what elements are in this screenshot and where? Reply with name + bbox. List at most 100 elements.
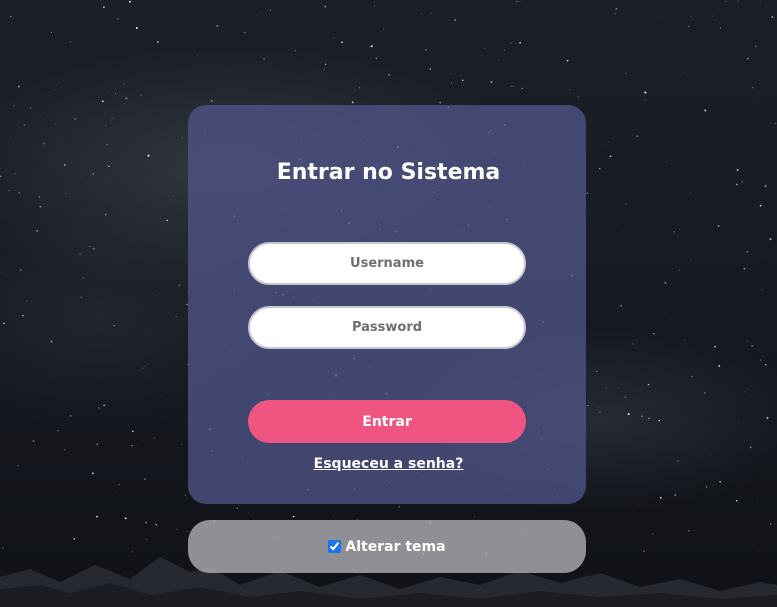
star — [627, 413, 630, 416]
star — [516, 1, 518, 3]
star — [80, 296, 83, 299]
star — [39, 206, 41, 208]
star — [484, 47, 486, 49]
star — [89, 245, 91, 248]
star — [128, 0, 131, 3]
star — [74, 117, 77, 120]
star — [105, 124, 107, 127]
star — [103, 6, 105, 8]
star — [197, 55, 198, 56]
star — [694, 318, 695, 319]
star — [3, 322, 5, 325]
star — [690, 16, 692, 18]
star — [10, 16, 12, 18]
star — [614, 13, 616, 15]
star — [292, 515, 295, 518]
theme-toggle-checkbox[interactable] — [328, 540, 342, 553]
theme-toggle-label[interactable]: Alterar tema — [345, 537, 445, 557]
star — [714, 345, 716, 348]
star — [503, 49, 505, 51]
star — [425, 49, 427, 51]
star — [764, 364, 767, 366]
star — [351, 101, 354, 104]
star — [358, 87, 361, 89]
star — [64, 449, 66, 451]
star — [678, 269, 681, 272]
star — [19, 268, 22, 271]
star — [92, 247, 95, 250]
star — [159, 396, 161, 398]
star — [737, 0, 739, 2]
star — [613, 76, 615, 77]
star — [216, 25, 219, 27]
star — [760, 359, 762, 361]
star — [519, 41, 521, 44]
star — [761, 289, 763, 291]
star — [88, 123, 90, 124]
star — [333, 515, 335, 516]
star — [131, 444, 133, 447]
star — [36, 230, 38, 232]
star — [673, 231, 675, 233]
star — [96, 515, 98, 518]
star — [333, 37, 335, 38]
star — [624, 396, 627, 399]
star — [140, 94, 142, 97]
star — [595, 370, 598, 373]
star — [120, 334, 121, 336]
star — [388, 73, 390, 76]
star — [687, 25, 690, 28]
star — [615, 8, 618, 10]
star — [58, 61, 60, 62]
star — [124, 517, 127, 520]
star — [664, 281, 667, 284]
star — [705, 486, 708, 488]
star — [454, 19, 456, 21]
star — [29, 106, 32, 109]
star — [135, 26, 138, 30]
star — [175, 315, 177, 318]
star — [66, 193, 67, 195]
star — [684, 339, 685, 341]
star — [131, 430, 134, 433]
forgot-password-link[interactable]: Esqueceu a senha? — [314, 456, 464, 472]
star — [69, 40, 72, 43]
star — [421, 13, 422, 15]
star — [324, 5, 326, 8]
star — [644, 99, 646, 101]
star — [703, 448, 705, 449]
star — [653, 333, 655, 335]
page-title: Entrar no Sistema — [276, 160, 501, 185]
star — [771, 16, 774, 19]
star — [461, 79, 464, 82]
star — [769, 238, 772, 241]
star — [294, 50, 297, 52]
star — [263, 57, 265, 60]
login-button[interactable]: Entrar — [248, 400, 526, 443]
star — [145, 521, 147, 524]
star — [603, 146, 605, 148]
star — [623, 230, 624, 232]
star — [54, 123, 56, 125]
star — [50, 340, 53, 343]
star — [128, 242, 130, 244]
star — [555, 46, 557, 47]
star — [144, 365, 146, 367]
star — [644, 91, 647, 94]
star — [690, 259, 692, 262]
star — [82, 277, 84, 279]
star — [181, 444, 182, 445]
star — [383, 28, 385, 30]
star — [684, 72, 685, 73]
star — [577, 95, 580, 98]
star — [743, 267, 746, 270]
star — [521, 87, 523, 90]
star — [719, 27, 722, 29]
star — [618, 387, 619, 389]
username-input[interactable] — [248, 242, 526, 285]
star — [718, 365, 721, 367]
password-input[interactable] — [248, 306, 526, 349]
star — [114, 93, 116, 95]
star — [746, 340, 748, 342]
star — [118, 484, 120, 486]
